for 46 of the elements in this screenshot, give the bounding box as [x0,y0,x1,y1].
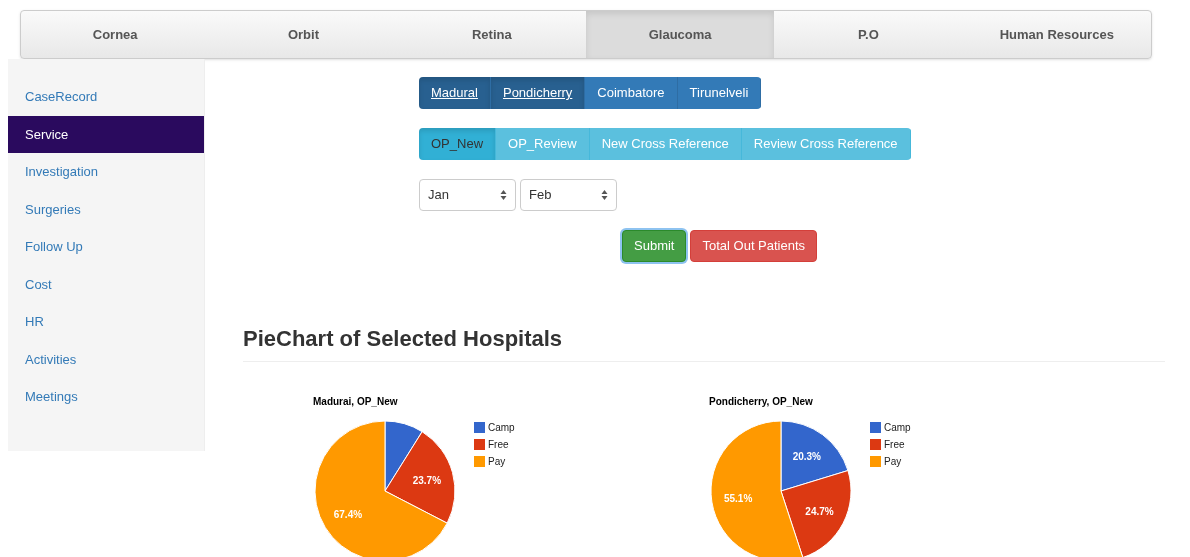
nav-tab[interactable]: Human Resources [962,11,1151,58]
legend-swatch [870,439,881,450]
legend-swatch [474,422,485,433]
legend-label: Free [488,439,509,450]
hospital-button[interactable]: Coimbatore [585,77,678,109]
nav-tab[interactable]: Retina [397,11,586,58]
total-button[interactable]: Total Out Patients [690,230,818,262]
sidebar-item[interactable]: CaseRecord [8,78,204,116]
sidebar-item[interactable]: HR [8,303,204,341]
submit-button[interactable]: Submit [622,230,687,262]
sidebar-item[interactable]: Cost [8,265,204,303]
sidebar-item[interactable]: Activities [8,340,204,378]
month-select[interactable]: Feb [520,179,617,211]
legend-swatch [870,422,881,433]
slice-label: 23.7% [412,474,442,486]
chart-title: Madurai, OP_New [313,396,398,407]
legend-swatch [474,456,485,467]
nav-tab[interactable]: Glaucoma [586,11,775,58]
legend-label: Camp [884,422,911,433]
sidebar-item[interactable]: Follow Up [8,228,204,266]
legend-label: Camp [488,422,515,433]
nav-tab[interactable]: P.O [774,11,963,58]
dropdown-caret-icon [500,189,507,201]
sidebar-item[interactable]: Investigation [8,153,204,191]
category-button[interactable]: OP_New [419,128,497,160]
slice-label: 20.3% [792,451,821,463]
hospital-button[interactable]: Madural [419,77,491,109]
slice-label: 24.7% [805,506,834,517]
slice-label: 55.1% [723,492,753,504]
legend-swatch [474,439,485,450]
legend-label: Pay [488,456,506,467]
sidebar-item[interactable]: Surgeries [8,190,204,228]
nav-tab[interactable]: Cornea [21,11,210,58]
nav-tab[interactable]: Orbit [209,11,398,58]
hospital-button[interactable]: Tirunelveli [677,77,762,109]
sidebar-item[interactable]: Service [8,115,204,153]
chart-title: Pondicherry, OP_New [709,396,813,407]
month-select[interactable]: Jan [419,179,516,211]
legend-label: Pay [884,456,902,467]
legend-label: Free [884,439,905,450]
legend-swatch [870,456,881,467]
hospital-button[interactable]: Pondicherry [490,77,586,109]
slice-label: 67.4% [333,508,363,520]
section-heading: PieChart of Selected Hospitals [243,325,564,353]
sidebar-item[interactable]: Meetings [8,378,204,416]
dropdown-caret-icon [601,189,608,201]
